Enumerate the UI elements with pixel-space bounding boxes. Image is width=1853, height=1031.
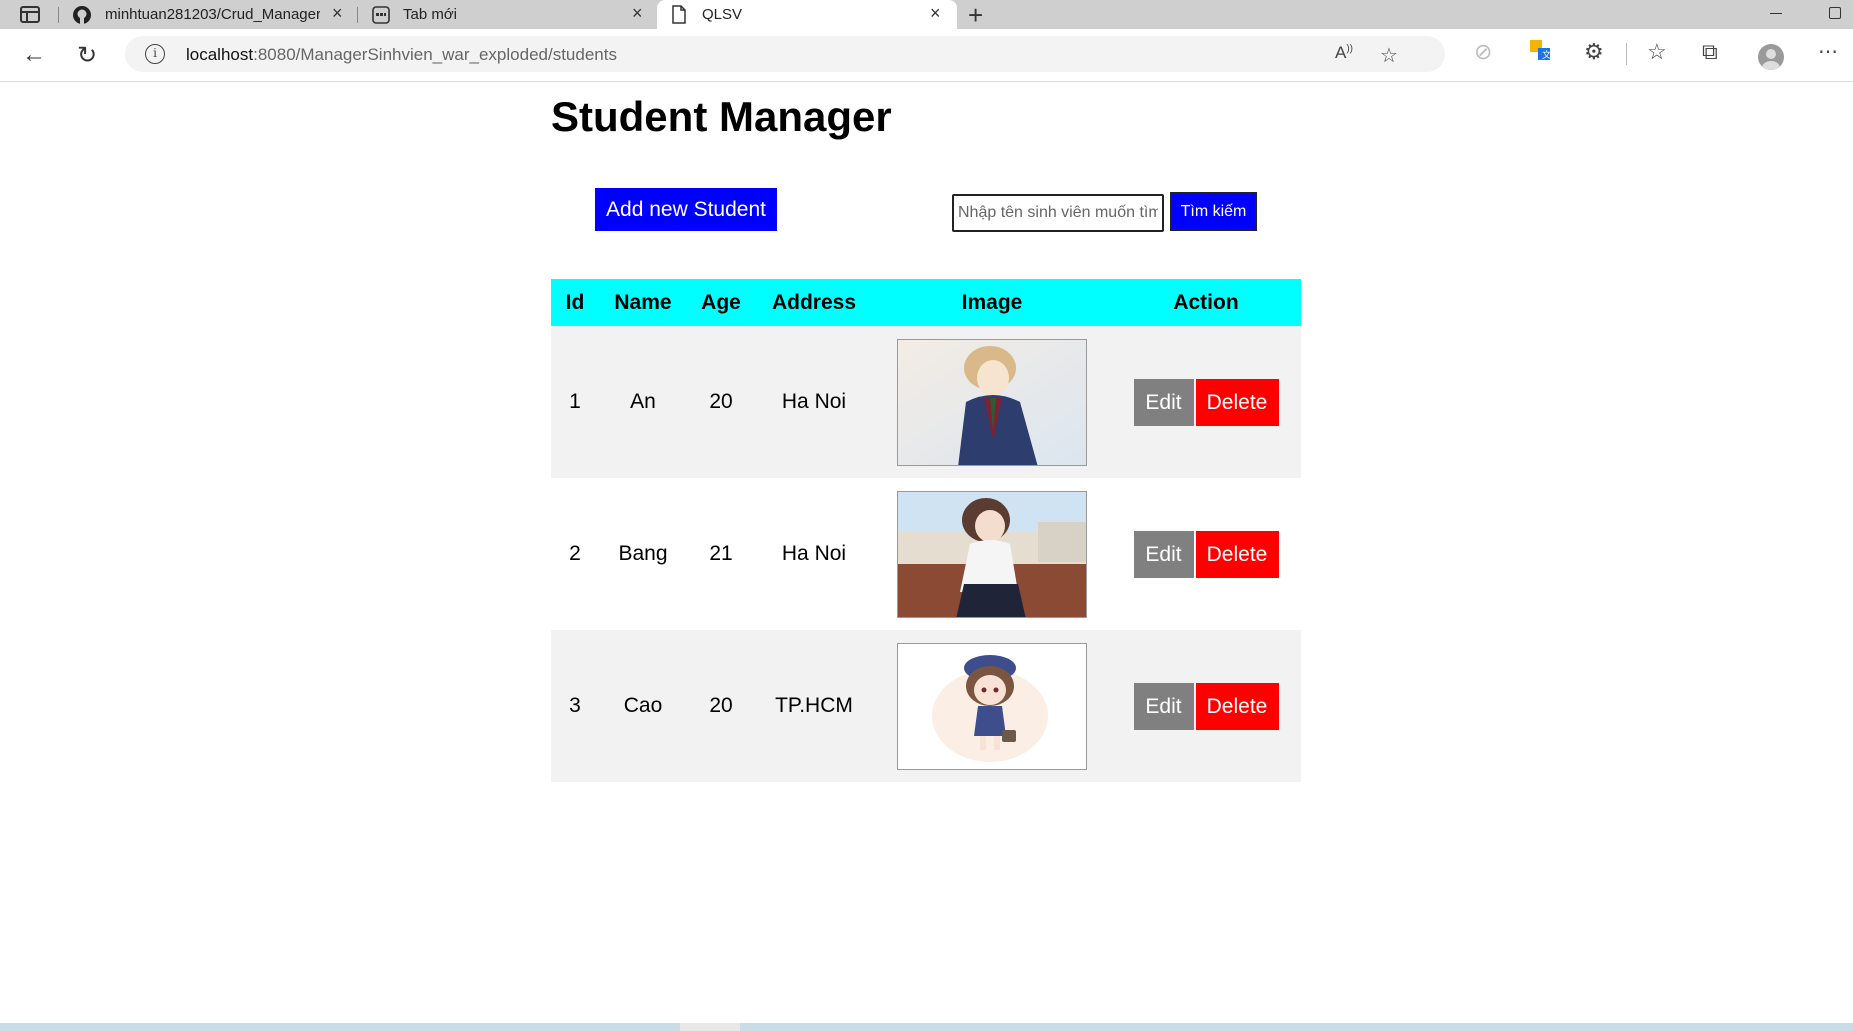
url-host: localhost (186, 45, 254, 64)
profile-avatar-icon[interactable] (1758, 44, 1784, 70)
tab-separator (58, 7, 59, 23)
tab-actions-icon[interactable] (20, 6, 40, 23)
table-header-row: Id Name Age Address Image Action (551, 279, 1301, 326)
delete-button[interactable]: Delete (1195, 378, 1279, 426)
table-row: 3 Cao 20 TP.HCM Edit Delete (551, 630, 1301, 782)
cell-address: TP.HCM (755, 630, 873, 782)
cell-age: 20 (687, 630, 755, 782)
search-input[interactable] (952, 194, 1164, 232)
cell-id: 1 (551, 326, 599, 478)
back-arrow-icon[interactable]: ← (22, 41, 46, 69)
cell-image (873, 326, 1111, 478)
page-title: Student Manager (551, 93, 892, 140)
more-menu-icon[interactable]: ⋯ (1818, 39, 1838, 64)
cell-action: Edit Delete (1111, 478, 1301, 630)
info-icon[interactable]: i (145, 44, 165, 64)
edit-button[interactable]: Edit (1133, 682, 1194, 730)
header-address: Address (755, 279, 873, 326)
minimize-icon[interactable] (1770, 13, 1782, 14)
extensions-icon[interactable]: ⚙ (1584, 39, 1604, 65)
cell-address: Ha Noi (755, 326, 873, 478)
table-row: 1 An 20 Ha Noi Edit Delete (551, 326, 1301, 478)
translate-icon[interactable]: 文 (1529, 39, 1551, 67)
header-action: Action (1111, 279, 1301, 326)
scrollbar-thumb[interactable] (680, 1023, 740, 1031)
newtab-icon (372, 6, 390, 24)
collections-icon[interactable]: ⧉ (1702, 39, 1718, 65)
restore-icon[interactable] (1829, 7, 1841, 19)
cell-id: 3 (551, 630, 599, 782)
cell-age: 21 (687, 478, 755, 630)
tab-separator (357, 7, 358, 23)
header-age: Age (687, 279, 755, 326)
students-table: Id Name Age Address Image Action 1 An 20… (551, 279, 1301, 782)
close-icon[interactable]: × (332, 3, 343, 24)
cell-id: 2 (551, 478, 599, 630)
cell-address: Ha Noi (755, 478, 873, 630)
address-bar-row: ← ↻ i localhost:8080/ManagerSinhvien_war… (0, 29, 1853, 82)
header-image: Image (873, 279, 1111, 326)
cell-image (873, 630, 1111, 782)
cell-action: Edit Delete (1111, 630, 1301, 782)
compass-icon[interactable]: ⊘ (1474, 39, 1492, 65)
edit-button[interactable]: Edit (1133, 378, 1194, 426)
horizontal-scrollbar[interactable] (0, 1023, 1853, 1031)
delete-button[interactable]: Delete (1195, 682, 1279, 730)
student-image (897, 338, 1087, 466)
tab-label: minhtuan281203/Crud_Manager (105, 6, 320, 23)
toolbar-divider (1626, 43, 1627, 65)
github-icon (73, 6, 91, 24)
new-tab-icon[interactable]: + (968, 0, 983, 31)
cell-image (873, 478, 1111, 630)
edit-button[interactable]: Edit (1133, 530, 1194, 578)
page-icon (672, 5, 686, 24)
delete-button[interactable]: Delete (1195, 530, 1279, 578)
table-row: 2 Bang 21 Ha Noi Edit Delete (551, 478, 1301, 630)
favorites-icon[interactable]: ☆ (1647, 39, 1667, 65)
cell-name: An (599, 326, 687, 478)
page-content: Student Manager Add new Student Tìm kiếm… (0, 83, 1853, 1023)
header-name: Name (599, 279, 687, 326)
cell-age: 20 (687, 326, 755, 478)
url-field[interactable]: i localhost:8080/ManagerSinhvien_war_exp… (125, 36, 1445, 72)
add-student-button[interactable]: Add new Student (595, 188, 777, 231)
tab-qlsv[interactable]: QLSV × (657, 0, 957, 29)
tab-new-tab[interactable]: Tab mới × (360, 0, 650, 29)
cell-name: Cao (599, 630, 687, 782)
url-text[interactable]: localhost:8080/ManagerSinhvien_war_explo… (186, 45, 617, 65)
tab-label: Tab mới (403, 6, 458, 23)
student-image (897, 490, 1087, 618)
close-icon[interactable]: × (632, 3, 643, 24)
cell-name: Bang (599, 478, 687, 630)
tab-github[interactable]: minhtuan281203/Crud_Manager × (62, 0, 352, 29)
tab-bar: minhtuan281203/Crud_Manager × Tab mới × … (0, 0, 1853, 31)
cell-action: Edit Delete (1111, 326, 1301, 478)
refresh-icon[interactable]: ↻ (77, 41, 97, 70)
header-id: Id (551, 279, 599, 326)
read-aloud-icon[interactable]: A)) (1335, 43, 1353, 63)
student-image (897, 642, 1087, 770)
url-path: :8080/ManagerSinhvien_war_exploded/stude… (253, 45, 617, 64)
close-icon[interactable]: × (930, 3, 941, 24)
tab-label: QLSV (702, 6, 743, 23)
svg-text:文: 文 (1542, 49, 1551, 61)
search-button[interactable]: Tìm kiếm (1170, 192, 1257, 231)
add-favorite-icon[interactable]: ☆ (1380, 43, 1398, 68)
